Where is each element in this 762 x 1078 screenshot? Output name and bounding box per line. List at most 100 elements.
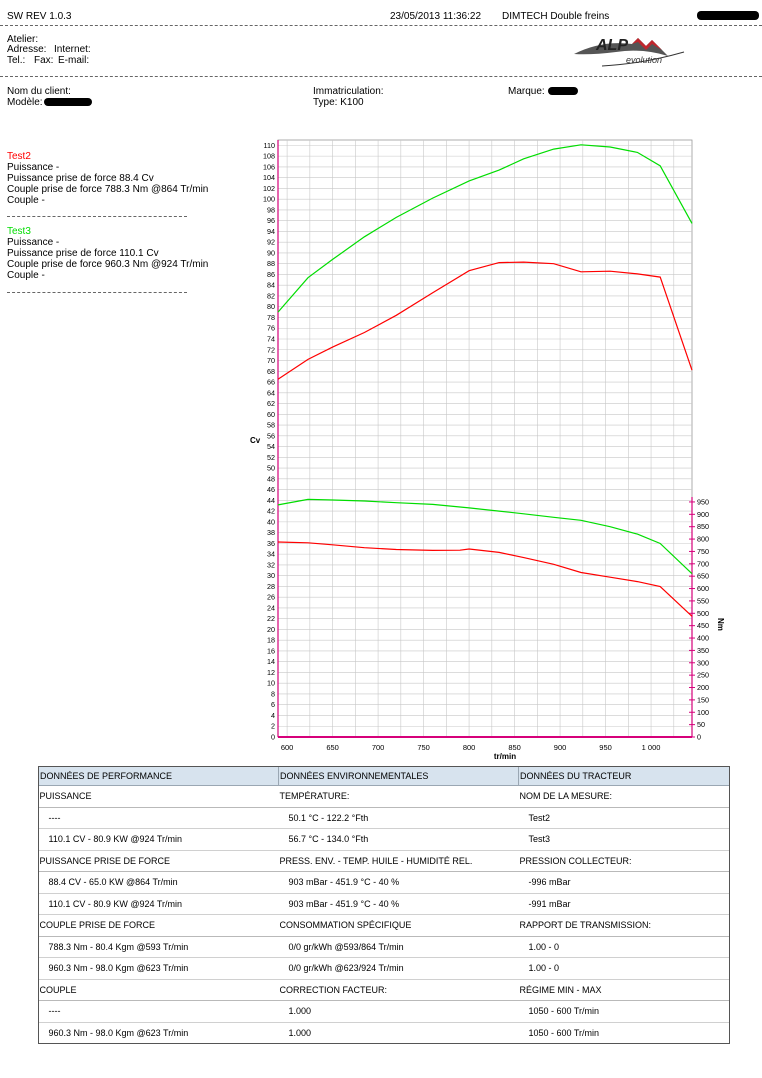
x-tick-label: 800 [463, 743, 476, 752]
table-cell: 960.3 Nm - 98.0 Kgm @623 Tr/min [38, 957, 279, 980]
y-tick-label: 74 [267, 335, 275, 344]
table-row: PUISSANCE PRISE DE FORCE PRESS. ENV. - TE… [38, 850, 730, 872]
y-tick-label: 76 [267, 324, 275, 333]
table-cell: 903 mBar - 451.9 °C - 40 % [278, 871, 519, 894]
y2-tick-label: 400 [697, 634, 709, 643]
y-tick-label: 20 [267, 625, 275, 634]
table-row: ---- 1.000 1050 - 600 Tr/min [38, 1000, 730, 1023]
y2-tick-label: 600 [697, 584, 709, 593]
test-pto: Puissance prise de force 88.4 Cv [7, 173, 154, 184]
y2-tick-label: 850 [697, 522, 709, 531]
table-cell: NOM DE LA MESURE: [518, 785, 730, 808]
y-tick-label: 86 [267, 270, 275, 279]
marque-label: Marque: [508, 86, 545, 97]
y-tick-label: 32 [267, 560, 275, 569]
y-tick-label: 110 [264, 141, 275, 150]
x-tick-label: 700 [372, 743, 385, 752]
test-summary-test3: Test3 Puissance - Puissance prise de for… [7, 226, 208, 281]
y-tick-label: 80 [267, 302, 275, 311]
table-cell: PUISSANCE [38, 785, 279, 808]
y2-tick-label: 550 [697, 596, 709, 605]
y-tick-label: 12 [267, 668, 275, 677]
table-cell: 1.000 [278, 1000, 519, 1023]
adresse-label: Adresse: [7, 44, 47, 55]
report-datetime: 23/05/2013 11:36:22 [390, 11, 482, 22]
table-cell: PRESS. ENV. - TEMP. HUILE - HUMIDITÉ REL… [278, 850, 519, 872]
y-tick-label: 108 [263, 152, 275, 161]
y-tick-label: 104 [263, 173, 275, 182]
y-tick-label: 10 [267, 679, 275, 688]
table-cell: 1050 - 600 Tr/min [518, 1000, 730, 1023]
table-cell: 903 mBar - 451.9 °C - 40 % [278, 893, 519, 915]
table-cell: 1.00 - 0 [518, 936, 730, 958]
y-tick-label: 24 [267, 603, 275, 612]
y-tick-label: 98 [267, 205, 275, 214]
test-summary-test2: Test2 Puissance - Puissance prise de for… [7, 151, 208, 206]
table-cell: 110.1 CV - 80.9 KW @924 Tr/min [38, 893, 279, 915]
table-row: 788.3 Nm - 80.4 Kgm @593 Tr/min 0/0 gr/kW… [38, 936, 730, 958]
y-tick-label: 52 [267, 453, 275, 462]
table-row: ---- 50.1 °C - 122.2 °Fth Test2 [38, 807, 730, 829]
y-tick-label: 68 [267, 367, 275, 376]
divider [0, 76, 762, 77]
y2-tick-label: 500 [697, 609, 709, 618]
y-tick-label: 78 [267, 313, 275, 322]
table-row: 88.4 CV - 65.0 KW @864 Tr/min 903 mBar - … [38, 871, 730, 894]
table-cell: RÉGIME MIN - MAX [518, 979, 730, 1001]
y-tick-label: 30 [267, 571, 275, 580]
x-tick-label: 600 [281, 743, 294, 752]
table-cell: ---- [38, 807, 279, 829]
table-row: COUPLE PRISE DE FORCE CONSOMMATION SPÉCIF… [38, 914, 730, 937]
table-cell: CORRECTION FACTEUR: [278, 979, 519, 1001]
y-tick-label: 82 [267, 291, 275, 300]
y-tick-label: 62 [267, 399, 275, 408]
y-tick-label: 90 [267, 248, 275, 257]
immatriculation-label: Immatriculation: [313, 86, 384, 97]
y2-tick-label: 50 [697, 720, 705, 729]
table-cell: CONSOMMATION SPÉCIFIQUE [278, 914, 519, 937]
y-tick-label: 106 [263, 162, 275, 171]
table-header: DONNÉES DU TRACTEUR [518, 766, 730, 786]
y-tick-label: 2 [271, 722, 275, 731]
table-cell: -991 mBar [518, 893, 730, 915]
test-pto: Puissance prise de force 110.1 Cv [7, 248, 159, 259]
table-cell: 88.4 CV - 65.0 KW @864 Tr/min [38, 871, 279, 894]
y-tick-label: 40 [267, 517, 275, 526]
y2-axis-label: Nm [716, 618, 725, 631]
y-tick-label: 4 [271, 711, 275, 720]
tel-label: Tel.: [7, 55, 26, 66]
table-row: PUISSANCE TEMPÉRATURE: NOM DE LA MESURE: [38, 785, 730, 808]
company-logo: ALP evolution [572, 30, 690, 70]
y-tick-label: 44 [267, 496, 275, 505]
logo-text: ALP [595, 37, 628, 54]
table-row: COUPLE CORRECTION FACTEUR: RÉGIME MIN - MA… [38, 979, 730, 1001]
redacted-block [548, 87, 578, 95]
table-cell: COUPLE [38, 979, 279, 1001]
model-label: Modèle: [7, 97, 43, 108]
test-name: Test2 [7, 151, 31, 162]
x-tick-label: 1 000 [642, 743, 661, 752]
y-tick-label: 48 [267, 474, 275, 483]
y2-tick-label: 900 [697, 510, 709, 519]
client-label: Nom du client: [7, 86, 71, 97]
y2-tick-label: 650 [697, 572, 709, 581]
y2-tick-label: 700 [697, 559, 709, 568]
x-tick-label: 750 [417, 743, 430, 752]
performance-table: DONNÉES DE PERFORMANCE DONNÉES ENVIRONNE… [38, 766, 730, 1044]
y-tick-label: 16 [267, 646, 275, 655]
y-tick-label: 84 [267, 281, 275, 290]
y-tick-label: 92 [267, 238, 275, 247]
table-cell: 1050 - 600 Tr/min [518, 1022, 730, 1044]
table-cell: PRESSION COLLECTEUR: [518, 850, 730, 872]
y-tick-label: 94 [267, 227, 275, 236]
y-tick-label: 0 [271, 733, 275, 742]
x-tick-label: 900 [554, 743, 567, 752]
table-cell: Test3 [518, 828, 730, 851]
y-tick-label: 64 [267, 388, 275, 397]
y-tick-label: 46 [267, 485, 275, 494]
y2-tick-label: 200 [697, 683, 709, 692]
x-tick-label: 950 [599, 743, 612, 752]
logo-subtext: evolution [626, 55, 662, 65]
type-label: Type: K100 [313, 97, 364, 108]
table-cell: 1.000 [278, 1022, 519, 1044]
